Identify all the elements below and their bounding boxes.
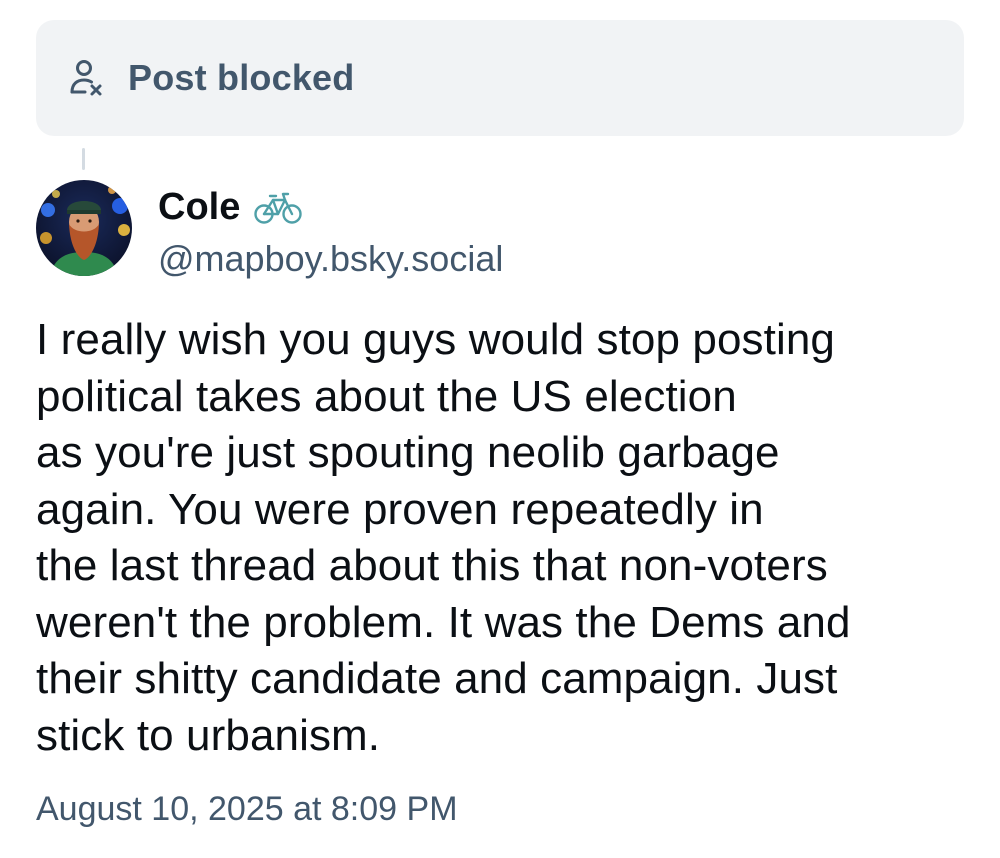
avatar[interactable]: [36, 180, 132, 276]
person-x-icon: [66, 58, 106, 98]
author-handle[interactable]: @mapboy.bsky.social: [158, 238, 503, 280]
bicycle-icon: [254, 188, 303, 228]
post-timestamp[interactable]: August 10, 2025 at 8:09 PM: [36, 790, 458, 829]
blocked-post-banner[interactable]: Post blocked: [36, 20, 964, 136]
author-display-name[interactable]: Cole: [158, 186, 240, 229]
post-blocked-label: Post blocked: [128, 57, 355, 98]
thread-connector-line: [82, 148, 85, 170]
post-body-text: I really wish you guys would stop postin…: [36, 315, 851, 760]
